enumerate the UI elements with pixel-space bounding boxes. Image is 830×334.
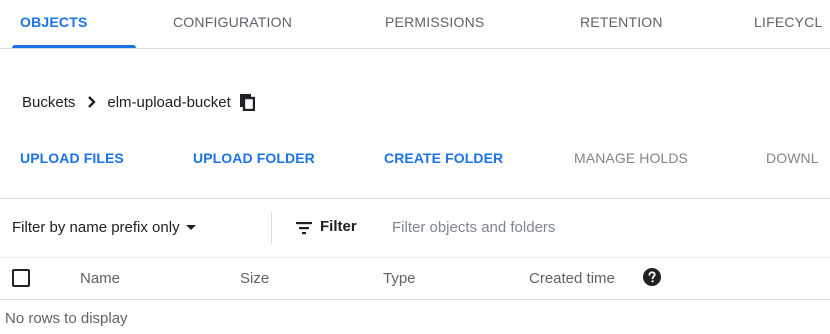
filter-bar: Filter by name prefix only Filter: [0, 198, 830, 258]
upload-folder-button[interactable]: UPLOAD FOLDER: [193, 150, 315, 166]
manage-holds-button[interactable]: MANAGE HOLDS: [574, 150, 688, 166]
download-button[interactable]: DOWNL: [766, 150, 819, 166]
tab-lifecycle[interactable]: LIFECYCL: [754, 14, 823, 30]
chevron-right-icon: [88, 96, 97, 108]
tab-objects[interactable]: OBJECTS: [20, 14, 88, 30]
help-circle-icon[interactable]: [643, 268, 661, 286]
tab-configuration[interactable]: CONFIGURATION: [173, 14, 292, 30]
column-header-type[interactable]: Type: [383, 270, 416, 287]
breadcrumb-buckets-link[interactable]: Buckets: [22, 94, 75, 111]
active-tab-indicator: [12, 45, 136, 48]
divider: [271, 212, 272, 244]
object-actions-toolbar: UPLOAD FILES UPLOAD FOLDER CREATE FOLDER…: [0, 150, 830, 172]
dropdown-caret-icon: [185, 225, 196, 230]
breadcrumb-current-bucket: elm-upload-bucket: [107, 93, 231, 111]
tab-retention[interactable]: RETENTION: [580, 14, 663, 30]
empty-table-message: No rows to display: [5, 310, 128, 327]
filter-objects-input[interactable]: [392, 215, 812, 239]
copy-icon[interactable]: [239, 93, 255, 111]
breadcrumb: Buckets elm-upload-bucket: [22, 93, 255, 111]
select-all-checkbox[interactable]: [12, 269, 30, 287]
column-header-size[interactable]: Size: [240, 270, 269, 287]
filter-label: Filter: [320, 218, 357, 235]
filter-mode-dropdown[interactable]: Filter by name prefix only: [12, 219, 196, 236]
upload-files-button[interactable]: UPLOAD FILES: [20, 150, 124, 166]
table-header: Name Size Type Created time: [0, 257, 830, 300]
column-header-name[interactable]: Name: [80, 270, 120, 287]
column-header-created-time[interactable]: Created time: [529, 270, 615, 287]
tab-bar: OBJECTS CONFIGURATION PERMISSIONS RETENT…: [0, 0, 830, 49]
filter-lines-icon: [296, 222, 312, 235]
tab-permissions[interactable]: PERMISSIONS: [385, 14, 484, 30]
create-folder-button[interactable]: CREATE FOLDER: [384, 150, 503, 166]
filter-mode-value: Filter by name prefix only: [12, 219, 180, 236]
